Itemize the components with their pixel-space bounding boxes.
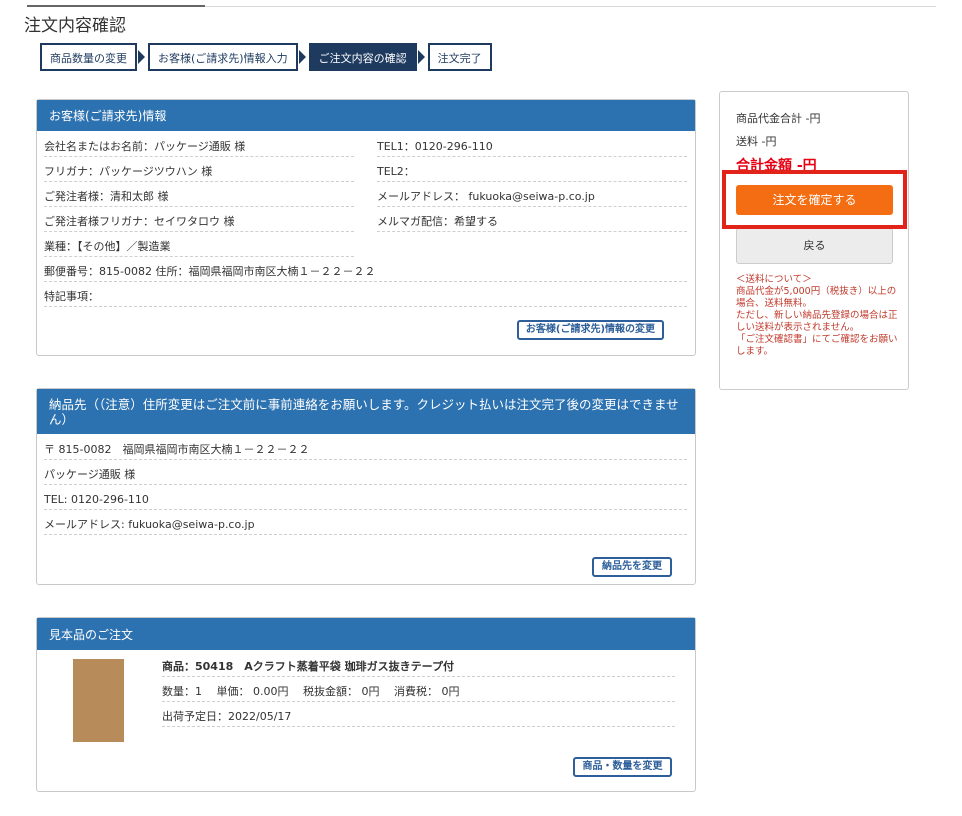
- page-title: 注文内容確認: [24, 16, 126, 36]
- company-name: 会社名またはお名前：パッケージ通販 様: [44, 137, 354, 157]
- customer-info-header: お客様(ご請求先)情報: [37, 100, 695, 131]
- order-summary: 商品代金合計 -円 送料 -円 合計金額 -円 注文を確定する 戻る ＜送料につ…: [719, 91, 909, 390]
- ship-date: 出荷予定日：2022/05/17: [162, 707, 675, 727]
- top-divider: [27, 5, 936, 7]
- sample-order-title: 見本品のご注文: [49, 627, 134, 642]
- product-name: 商品：50418 Aクラフト蒸着平袋 珈琲ガス抜きテープ付: [162, 657, 675, 677]
- subtotal: 商品代金合計 -円: [736, 112, 821, 125]
- delivery-panel: 納品先（（注意）住所変更はご注文前に事前連絡をお願いします。クレジット払いは注文…: [36, 388, 696, 585]
- change-product-button[interactable]: 商品・数量を変更: [573, 757, 672, 777]
- delivery-tel: TEL: 0120-296-110: [44, 490, 687, 510]
- sample-order-header: 見本品のご注文: [37, 618, 695, 650]
- delivery-email: メールアドレス: fukuoka@seiwa-p.co.jp: [44, 515, 687, 535]
- product-image: [73, 659, 124, 742]
- company-kana: フリガナ：パッケージツウハン 様: [44, 162, 354, 182]
- back-button[interactable]: 戻る: [736, 228, 893, 264]
- step-quantity: 商品数量の変更: [40, 43, 137, 71]
- delivery-title: 納品先（（注意）住所変更はご注文前に事前連絡をお願いします。クレジット払いは注文…: [49, 396, 679, 427]
- customer-address: 郵便番号：815-0082 住所：福岡県福岡市南区大楠１－２２－２２: [44, 262, 687, 282]
- delivery-address: 〒 815-0082 福岡県福岡市南区大楠１－２２－２２: [44, 440, 687, 460]
- step-confirm: ご注文内容の確認: [308, 43, 417, 71]
- shipping-fee: 送料 -円: [736, 135, 777, 148]
- special-notes: 特記事項：: [44, 287, 687, 307]
- product-qty-price: 数量：1 単価： 0.00円 税抜金額： 0円 消費税： 0円: [162, 682, 675, 702]
- customer-email: メールアドレス： fukuoka@seiwa-p.co.jp: [377, 187, 687, 207]
- tel1: TEL1：0120-296-110: [377, 137, 687, 157]
- step-customer-info: お客様(ご請求先)情報入力: [148, 43, 298, 71]
- confirm-highlight-box: [722, 170, 907, 229]
- tel2: TEL2：: [377, 162, 687, 182]
- change-delivery-button[interactable]: 納品先を変更: [592, 557, 672, 577]
- newsletter: メルマガ配信：希望する: [377, 212, 687, 232]
- shipping-note: ＜送料について＞ 商品代金が5,000円（税抜き）以上の場合、送料無料。 ただし…: [736, 274, 898, 357]
- change-customer-info-button[interactable]: お客様(ご請求先)情報の変更: [517, 320, 664, 340]
- step-arrow-icon: [417, 50, 425, 64]
- orderer-kana: ご発注者様フリガナ：セイワタロウ 様: [44, 212, 354, 232]
- industry: 業種：【その他】／製造業: [44, 237, 354, 257]
- progress-steps: 商品数量の変更 お客様(ご請求先)情報入力 ご注文内容の確認 注文完了: [40, 43, 492, 71]
- delivery-name: パッケージ通販 様: [44, 465, 687, 485]
- step-arrow-icon: [298, 50, 306, 64]
- step-complete: 注文完了: [427, 43, 492, 71]
- customer-info-title: お客様(ご請求先)情報: [49, 109, 167, 123]
- orderer-name: ご発注者様：清和太郎 様: [44, 187, 354, 207]
- step-arrow-icon: [138, 50, 145, 64]
- delivery-header: 納品先（（注意）住所変更はご注文前に事前連絡をお願いします。クレジット払いは注文…: [37, 389, 695, 434]
